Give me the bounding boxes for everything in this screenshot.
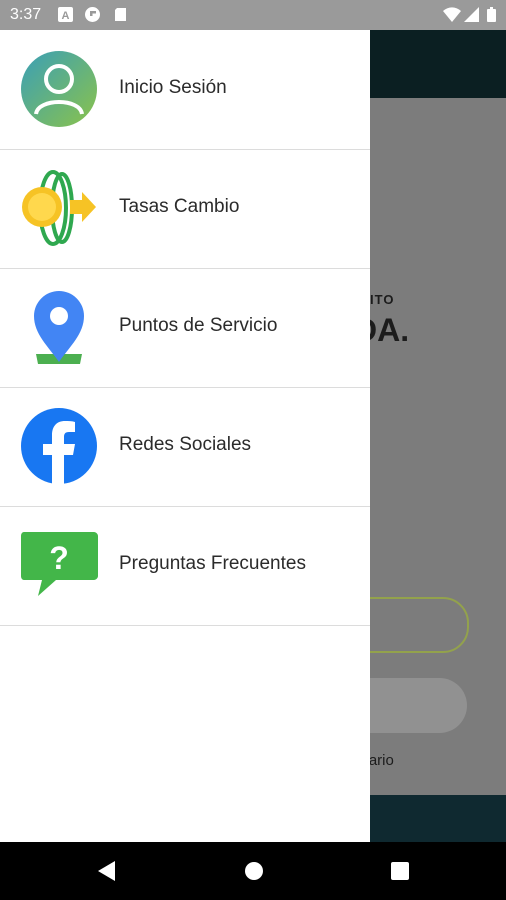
status-bar: 3:37 A bbox=[0, 0, 506, 30]
navigation-drawer: Inicio Sesión Tasas Cambio Puntos de Ser… bbox=[0, 30, 370, 842]
menu-item-preguntas-frecuentes[interactable]: ? Preguntas Frecuentes bbox=[0, 506, 370, 626]
menu-item-label: Puntos de Servicio bbox=[119, 315, 278, 336]
menu-item-redes-sociales[interactable]: Redes Sociales bbox=[0, 387, 370, 507]
background-app-header bbox=[370, 30, 506, 98]
system-navigation-bar bbox=[0, 842, 506, 900]
background-subtitle-text: ÉDITO bbox=[370, 292, 395, 307]
a-notification-icon: A bbox=[58, 7, 73, 22]
back-icon[interactable] bbox=[95, 860, 119, 882]
location-pin-icon bbox=[34, 291, 84, 364]
menu-item-label: Tasas Cambio bbox=[119, 196, 240, 217]
menu-item-label: Inicio Sesión bbox=[119, 77, 227, 98]
menu-item-label: Redes Sociales bbox=[119, 434, 252, 455]
menu-item-tasas-cambio[interactable]: Tasas Cambio bbox=[0, 149, 370, 269]
facebook-icon bbox=[21, 408, 97, 485]
coin-exchange-icon bbox=[22, 170, 96, 246]
menu-item-puntos-de-servicio[interactable]: Puntos de Servicio bbox=[0, 268, 370, 388]
flipboard-icon bbox=[85, 7, 100, 22]
signal-icon bbox=[464, 7, 479, 22]
background-input-field bbox=[370, 597, 469, 653]
menu-item-inicio-sesion[interactable]: Inicio Sesión bbox=[0, 30, 370, 150]
home-icon[interactable] bbox=[242, 860, 266, 882]
background-footer bbox=[370, 795, 506, 842]
wifi-icon bbox=[443, 7, 461, 22]
user-avatar-icon bbox=[21, 51, 97, 127]
background-title-text: DA. bbox=[370, 312, 410, 348]
recents-icon[interactable] bbox=[388, 860, 412, 882]
status-time: 3:37 bbox=[10, 6, 42, 23]
question-chat-icon: ? bbox=[21, 532, 98, 596]
svg-text:?: ? bbox=[49, 540, 69, 576]
menu-item-label: Preguntas Frecuentes bbox=[119, 553, 306, 574]
background-app-scrim[interactable]: ÉDITO DA. suario bbox=[370, 30, 506, 842]
sim-card-icon bbox=[115, 8, 126, 21]
battery-icon bbox=[487, 7, 496, 22]
svg-text:A: A bbox=[62, 10, 70, 22]
background-button bbox=[370, 678, 467, 733]
background-link-text: suario bbox=[370, 752, 394, 769]
